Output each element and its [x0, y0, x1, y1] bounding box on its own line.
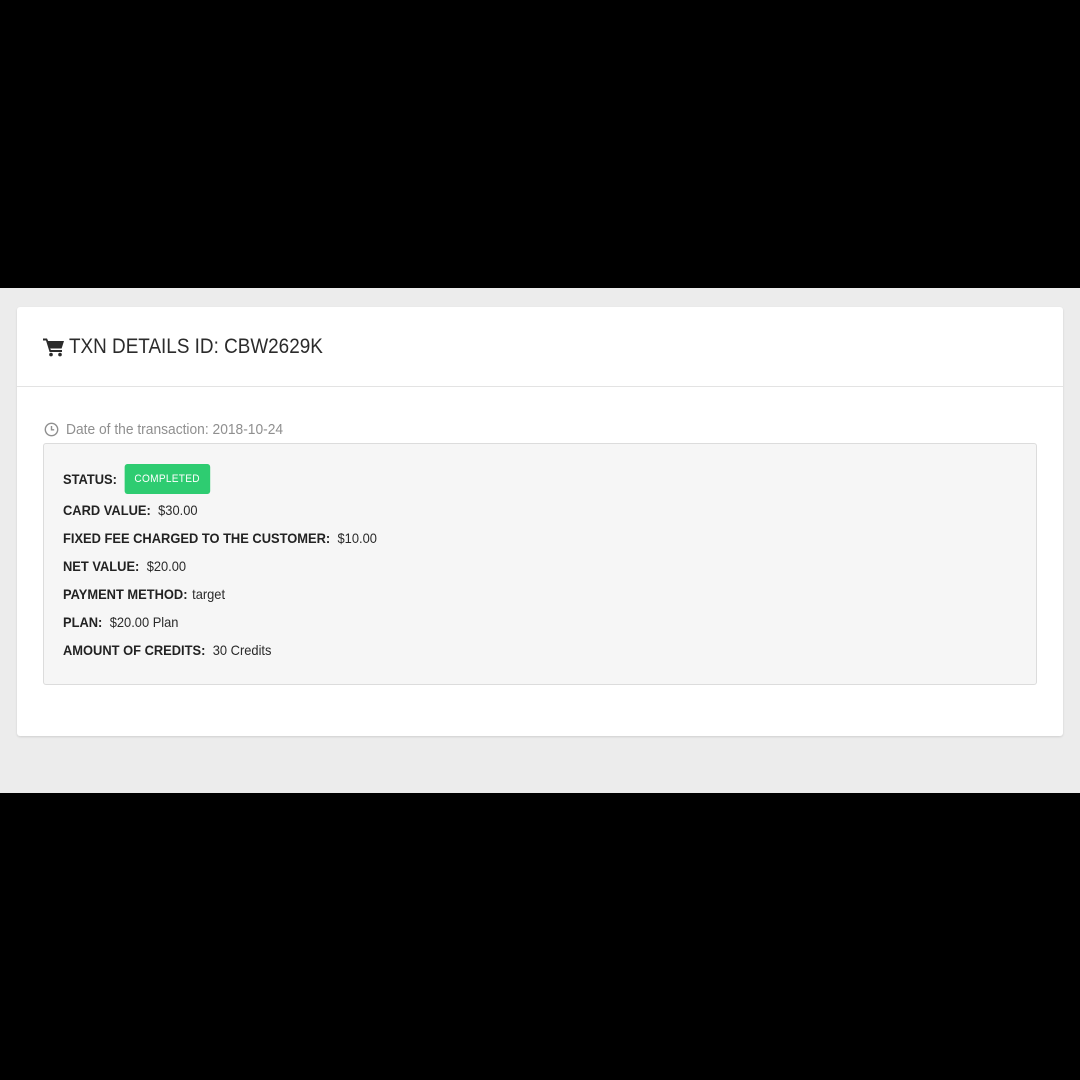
status-label: STATUS: — [63, 471, 117, 487]
letterbox-bottom — [0, 793, 1080, 1080]
fixed-fee-row: FIXED FEE CHARGED TO THE CUSTOMER: $10.0… — [63, 530, 377, 546]
page-title: TXN DETAILS ID: CBW2629K — [69, 334, 323, 358]
transaction-date-text: Date of the transaction: 2018-10-24 — [66, 421, 284, 438]
letterbox-top — [0, 0, 1080, 288]
status-row: STATUS: COMPLETED — [63, 464, 210, 494]
payment-method-row: PAYMENT METHOD: target — [63, 586, 225, 602]
detail-label: AMOUNT OF CREDITS: — [63, 642, 206, 658]
details-panel: STATUS: COMPLETED CARD VALUE: $30.00 FIX… — [43, 443, 1037, 685]
detail-label: PAYMENT METHOD: — [63, 586, 188, 602]
detail-label: PLAN: — [63, 614, 103, 630]
detail-label: FIXED FEE CHARGED TO THE CUSTOMER: — [63, 530, 331, 546]
detail-value: 30 Credits — [212, 642, 272, 658]
transaction-date: Date of the transaction: 2018-10-24 — [44, 421, 302, 438]
detail-label: NET VALUE: — [63, 558, 140, 574]
detail-value: $30.00 — [158, 502, 198, 518]
detail-value: $20.00 — [146, 558, 187, 574]
plan-row: PLAN: $20.00 Plan — [63, 614, 178, 630]
detail-label: CARD VALUE: — [63, 502, 151, 518]
shopping-cart-icon — [43, 337, 65, 357]
detail-value: target — [192, 586, 226, 602]
status-badge: COMPLETED — [124, 464, 210, 494]
page-background: TXN DETAILS ID: CBW2629K Date of the tra… — [0, 288, 1080, 793]
card-header: TXN DETAILS ID: CBW2629K — [17, 307, 1063, 387]
credits-row: AMOUNT OF CREDITS: 30 Credits — [63, 642, 271, 658]
net-value-row: NET VALUE: $20.00 — [63, 558, 186, 574]
clock-icon — [44, 422, 59, 437]
detail-value: $10.00 — [337, 530, 377, 546]
transaction-card: TXN DETAILS ID: CBW2629K Date of the tra… — [17, 307, 1063, 736]
detail-value: $20.00 Plan — [109, 614, 179, 630]
card-value-row: CARD VALUE: $30.00 — [63, 502, 198, 518]
